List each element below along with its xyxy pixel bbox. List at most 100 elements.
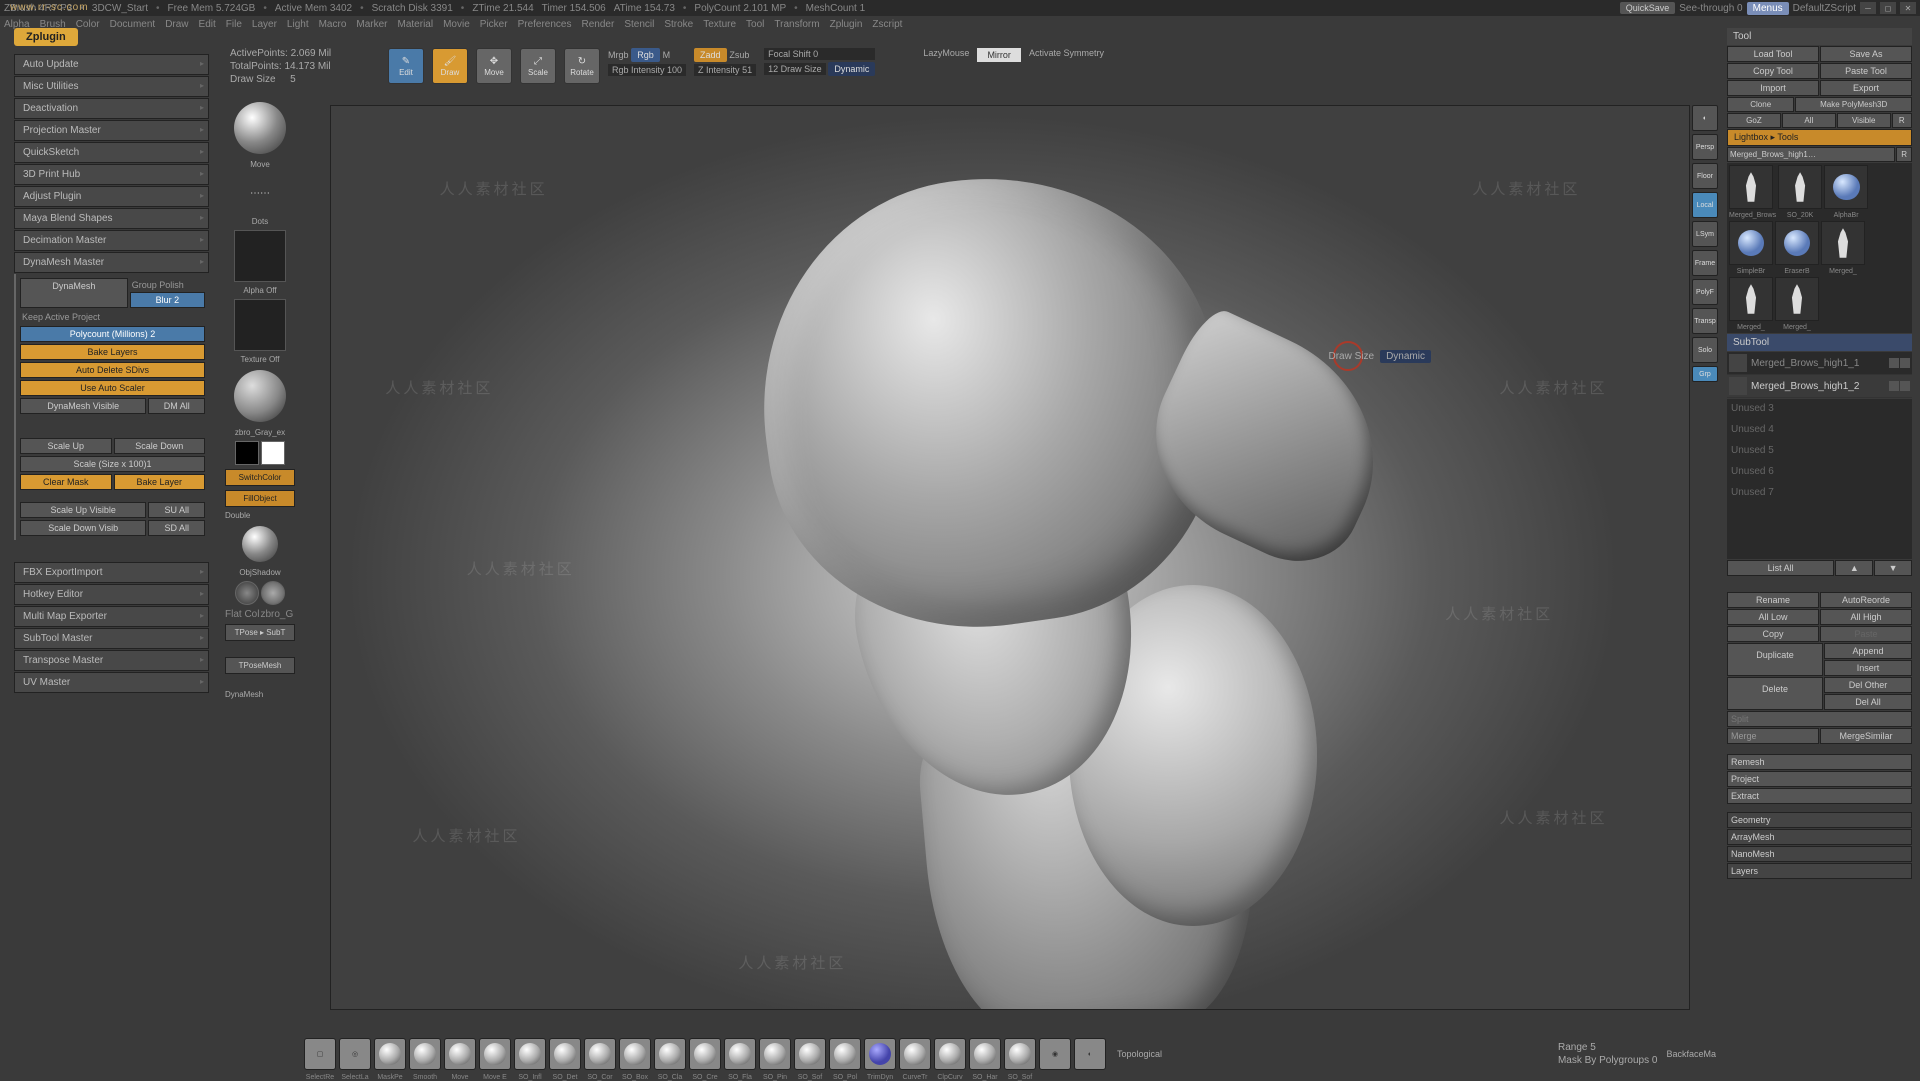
tool-thumb[interactable]: [1775, 277, 1819, 321]
tposemesh-button[interactable]: TPoseMesh: [225, 657, 295, 674]
brush-so-cre[interactable]: [689, 1038, 721, 1070]
scale-mode-button[interactable]: ⤢Scale: [520, 48, 556, 84]
current-tool-name[interactable]: Merged_Brows_high1…: [1727, 147, 1895, 162]
plugin-adjust-plugin[interactable]: Adjust Plugin: [14, 186, 209, 207]
plugin-subtool-master[interactable]: SubTool Master: [14, 628, 209, 649]
grp-toggle[interactable]: Grp: [1692, 366, 1718, 382]
clone-button[interactable]: Clone: [1727, 97, 1794, 112]
range-slider[interactable]: Range 5: [1558, 1042, 1658, 1053]
use-auto-scaler-button[interactable]: Use Auto Scaler: [20, 380, 205, 396]
menu-zplugin[interactable]: Zplugin: [830, 19, 863, 30]
clear-mask-button[interactable]: Clear Mask: [20, 474, 112, 490]
del-other-button[interactable]: Del Other: [1824, 677, 1912, 693]
fillobject-button[interactable]: FillObject: [225, 490, 295, 507]
viewport[interactable]: 人人素材社区 人人素材社区 人人素材社区 人人素材社区 人人素材社区 人人素材社…: [330, 105, 1690, 1010]
menu-layer[interactable]: Layer: [252, 19, 277, 30]
del-all-button[interactable]: Del All: [1824, 694, 1912, 710]
plugin-projection-master[interactable]: Projection Master: [14, 120, 209, 141]
persp-toggle[interactable]: Persp: [1692, 134, 1718, 160]
menu-texture[interactable]: Texture: [703, 19, 736, 30]
menu-marker[interactable]: Marker: [356, 19, 387, 30]
plugin-transpose-master[interactable]: Transpose Master: [14, 650, 209, 671]
duplicate-button[interactable]: Duplicate: [1727, 643, 1823, 676]
append-button[interactable]: Append: [1824, 643, 1912, 659]
up-arrow-icon[interactable]: ▲: [1835, 560, 1873, 576]
max-icon[interactable]: ◻: [1880, 2, 1896, 14]
plugin-maya-blend-shapes[interactable]: Maya Blend Shapes: [14, 208, 209, 229]
menu-zscript[interactable]: Zscript: [872, 19, 902, 30]
geometry-section[interactable]: Geometry: [1727, 812, 1912, 828]
alpha-slot[interactable]: [234, 230, 286, 282]
plugin-misc-utilities[interactable]: Misc Utilities: [14, 76, 209, 97]
solo-toggle[interactable]: Solo: [1692, 337, 1718, 363]
scale-down-visible-button[interactable]: Scale Down Visib: [20, 520, 146, 536]
delete-button[interactable]: Delete: [1727, 677, 1823, 710]
list-all-button[interactable]: List All: [1727, 560, 1834, 576]
rgb-intensity-slider[interactable]: Rgb Intensity 100: [608, 64, 686, 76]
subtool-section-title[interactable]: SubTool: [1727, 334, 1912, 351]
rgb-toggle[interactable]: Rgb: [631, 48, 660, 62]
lazymouse-label[interactable]: LazyMouse: [923, 48, 969, 58]
subtool-item[interactable]: Merged_Brows_high1_1: [1727, 352, 1912, 375]
su-all-button[interactable]: SU All: [148, 502, 205, 518]
down-arrow-icon[interactable]: ▼: [1874, 560, 1912, 576]
move-mode-button[interactable]: ✥Move: [476, 48, 512, 84]
save-as-button[interactable]: Save As: [1820, 46, 1912, 62]
draw-mode-button[interactable]: 🖌Draw: [432, 48, 468, 84]
project-section[interactable]: Project: [1727, 771, 1912, 787]
lightbox-tools-button[interactable]: Lightbox ▸ Tools: [1727, 129, 1912, 146]
plugin-auto-update[interactable]: Auto Update: [14, 54, 209, 75]
activate-symmetry[interactable]: Activate Symmetry: [1029, 48, 1104, 58]
goz-all-button[interactable]: All: [1782, 113, 1836, 128]
paste-subtool-button[interactable]: Paste: [1820, 626, 1912, 642]
scale-up-button[interactable]: Scale Up: [20, 438, 112, 454]
bake-layers-button[interactable]: Bake Layers: [20, 344, 205, 360]
goz-r-button[interactable]: R: [1892, 113, 1912, 128]
backface-toggle[interactable]: BackfaceMa: [1666, 1049, 1716, 1059]
mirror-toggle[interactable]: Mirror: [977, 48, 1021, 62]
brush-icon[interactable]: [1900, 358, 1910, 368]
topological-toggle[interactable]: Topological: [1117, 1049, 1162, 1059]
brush-so-pin[interactable]: [759, 1038, 791, 1070]
scale-up-visible-button[interactable]: Scale Up Visible: [20, 502, 146, 518]
menu-picker[interactable]: Picker: [480, 19, 508, 30]
nanomesh-section[interactable]: NanoMesh: [1727, 846, 1912, 862]
z-intensity-slider[interactable]: Z Intensity 51: [694, 64, 756, 76]
brush-so-cla[interactable]: [654, 1038, 686, 1070]
brush-so-infl[interactable]: [514, 1038, 546, 1070]
brush-move[interactable]: [444, 1038, 476, 1070]
menu-transform[interactable]: Transform: [774, 19, 819, 30]
copy-subtool-button[interactable]: Copy: [1727, 626, 1819, 642]
brush-mod2[interactable]: ◐: [1074, 1038, 1106, 1070]
plugin-hotkey-editor[interactable]: Hotkey Editor: [14, 584, 209, 605]
focal-shift-slider[interactable]: Focal Shift 0: [764, 48, 875, 60]
tool-thumb[interactable]: [1824, 165, 1868, 209]
brush-maskpe[interactable]: [374, 1038, 406, 1070]
tool-thumb[interactable]: [1729, 221, 1773, 265]
scale-down-button[interactable]: Scale Down: [114, 438, 206, 454]
insert-button[interactable]: Insert: [1824, 660, 1912, 676]
eye-icon[interactable]: [1889, 358, 1899, 368]
merge-section[interactable]: Merge: [1727, 728, 1819, 744]
layers-section[interactable]: Layers: [1727, 863, 1912, 879]
flatcol-icon[interactable]: [235, 581, 259, 605]
rename-button[interactable]: Rename: [1727, 592, 1819, 608]
brush-move-e[interactable]: [479, 1038, 511, 1070]
menu-macro[interactable]: Macro: [319, 19, 347, 30]
menu-stroke[interactable]: Stroke: [664, 19, 693, 30]
sd-all-button[interactable]: SD All: [148, 520, 205, 536]
subtool-item-selected[interactable]: Merged_Brows_high1_2: [1727, 375, 1912, 398]
zbro-icon[interactable]: [261, 581, 285, 605]
menu-color[interactable]: Color: [76, 19, 100, 30]
tool-thumb[interactable]: [1729, 277, 1773, 321]
brush-so-sof[interactable]: [794, 1038, 826, 1070]
plugin-uv-master[interactable]: UV Master: [14, 672, 209, 693]
merge-similar-button[interactable]: MergeSimilar: [1820, 728, 1912, 744]
load-tool-button[interactable]: Load Tool: [1727, 46, 1819, 62]
goz-button[interactable]: GoZ: [1727, 113, 1781, 128]
scale-size-slider[interactable]: Scale (Size x 100)1: [20, 456, 205, 472]
blur-slider[interactable]: Blur 2: [130, 292, 205, 308]
brush-mod1[interactable]: ◉: [1039, 1038, 1071, 1070]
menus-button[interactable]: Menus: [1747, 2, 1789, 15]
brush-so-fla[interactable]: [724, 1038, 756, 1070]
